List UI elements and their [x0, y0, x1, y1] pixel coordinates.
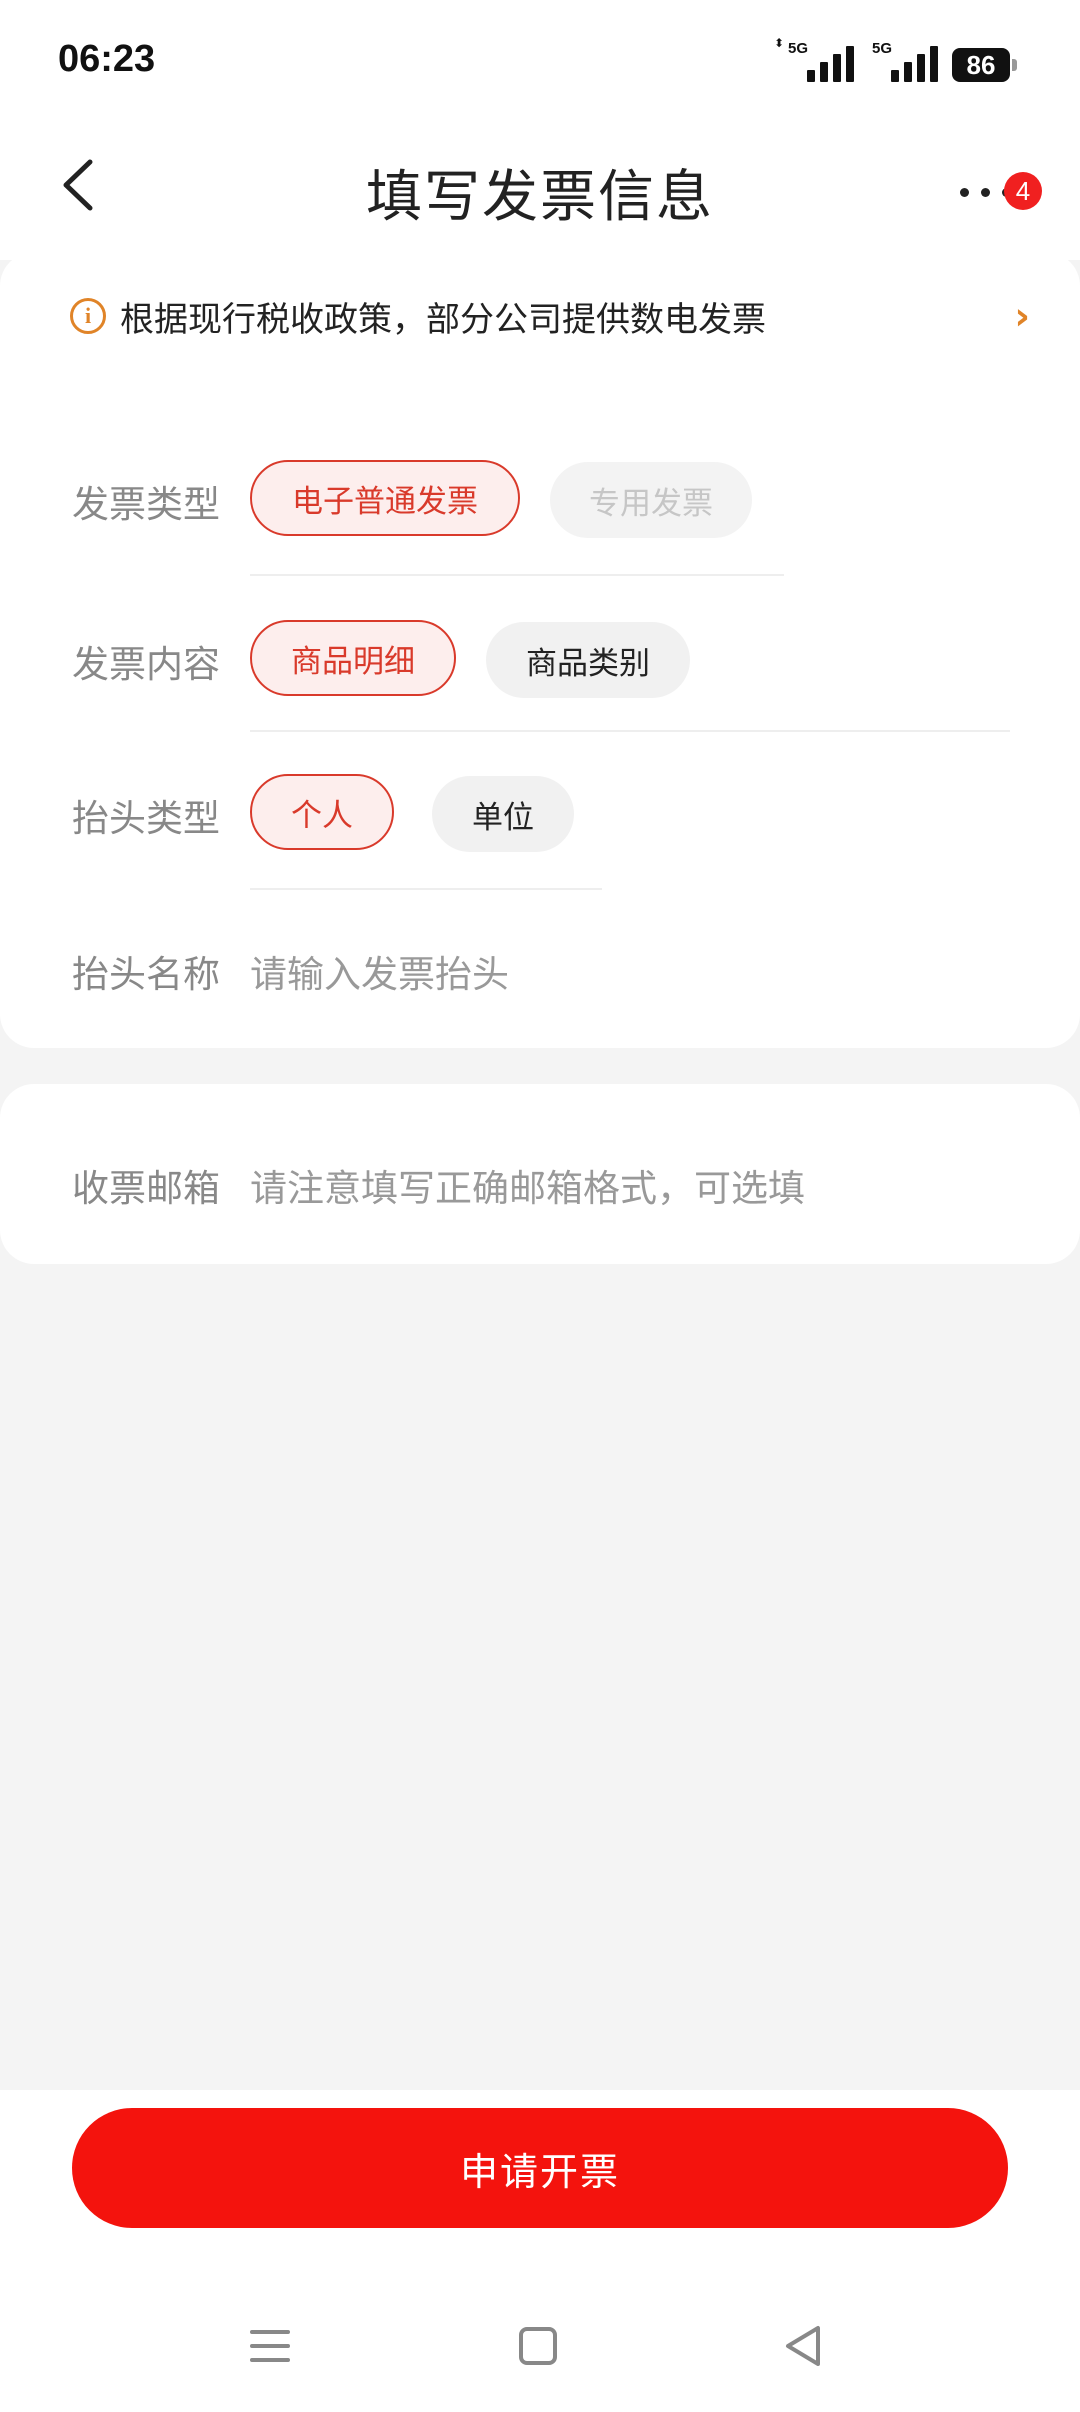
tax-policy-notice[interactable]: i 根据现行税收政策，部分公司提供数电发票 ›	[70, 286, 1030, 346]
square-home-icon	[519, 2327, 557, 2365]
status-time: 06:23	[58, 38, 156, 80]
battery-level: 86	[966, 49, 996, 80]
divider	[250, 574, 784, 576]
option-personal[interactable]: 个人	[250, 774, 394, 850]
signal-2-icon: 5G	[868, 38, 938, 82]
option-item-details[interactable]: 商品明细	[250, 620, 456, 696]
option-item-category[interactable]: 商品类别	[486, 622, 690, 698]
email-label: 收票邮箱	[72, 1167, 220, 1210]
status-bar: 06:23 ⬍ 5G 5G 86	[0, 0, 1080, 120]
option-special-invoice[interactable]: 专用发票	[550, 462, 752, 538]
system-nav-bar	[0, 2310, 1080, 2390]
nav-home-button[interactable]	[508, 2316, 568, 2376]
nav-menu-button[interactable]	[240, 2316, 300, 2376]
option-company[interactable]: 单位	[432, 776, 574, 852]
notification-badge: 4	[1004, 172, 1042, 210]
triangle-back-icon	[786, 2326, 820, 2366]
nav-back-button[interactable]	[774, 2316, 834, 2376]
bottom-bar: 申请开票	[0, 2090, 1080, 2412]
menu-icon	[250, 2330, 290, 2362]
email-card: 收票邮箱 请注意填写正确邮箱格式，可选填	[0, 1084, 1080, 1264]
chevron-right-icon: ›	[1014, 294, 1030, 338]
data-arrows-icon: ⬍	[774, 36, 785, 50]
more-button[interactable]: 4	[960, 160, 1042, 220]
status-icons: ⬍ 5G 5G 86	[774, 37, 1017, 82]
title-name-input[interactable]: 请输入发票抬头	[250, 944, 509, 998]
email-input[interactable]: 请注意填写正确邮箱格式，可选填	[250, 1158, 805, 1212]
invoice-content-label: 发票内容	[72, 643, 220, 686]
option-electronic-invoice[interactable]: 电子普通发票	[250, 460, 520, 536]
network-type-2: 5G	[872, 40, 893, 57]
invoice-form-card: i 根据现行税收政策，部分公司提供数电发票 › 发票类型 电子普通发票 专用发票…	[0, 252, 1080, 1048]
notice-text: 根据现行税收政策，部分公司提供数电发票	[120, 299, 766, 340]
info-icon: i	[70, 298, 106, 334]
invoice-type-label: 发票类型	[72, 483, 220, 526]
signal-1-icon: ⬍ 5G	[774, 37, 854, 82]
title-type-label: 抬头类型	[72, 797, 220, 840]
page-title: 填写发票信息	[366, 165, 714, 230]
title-name-label: 抬头名称	[72, 953, 220, 996]
header: 填写发票信息 4	[0, 120, 1080, 260]
battery-icon: 86	[952, 48, 1017, 82]
divider	[250, 888, 602, 890]
divider	[250, 730, 1010, 732]
network-type-1: 5G	[788, 40, 809, 57]
apply-invoice-button[interactable]: 申请开票	[72, 2108, 1008, 2228]
